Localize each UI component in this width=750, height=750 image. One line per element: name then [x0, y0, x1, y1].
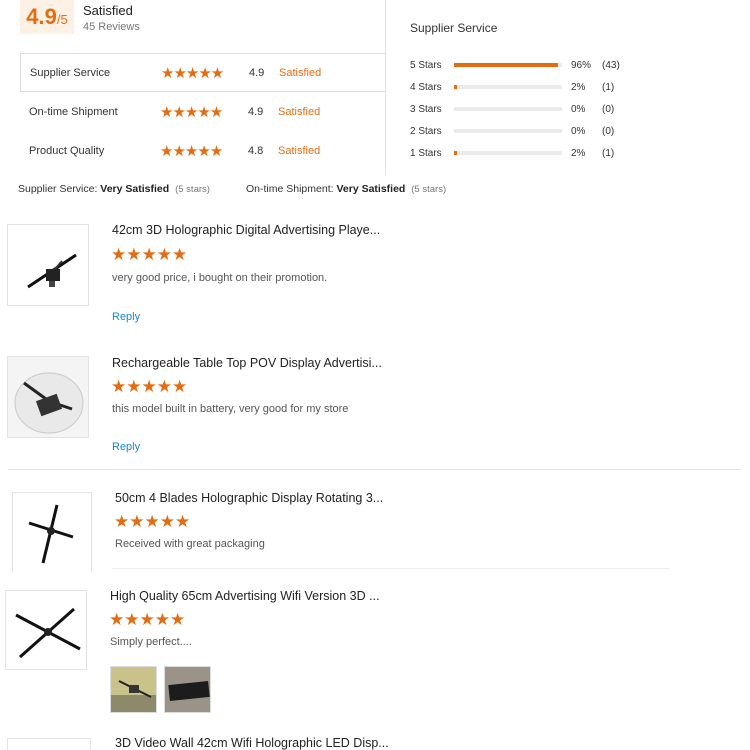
histogram-bar-track — [454, 107, 562, 111]
summary-supplier-service: Supplier Service: Very Satisfied (5 star… — [18, 183, 210, 195]
review-product-title[interactable]: High Quality 65cm Advertising Wifi Versi… — [110, 589, 380, 603]
review-star-rating-icon: ★★★★★ — [114, 512, 191, 531]
metric-label: Supplier Service — [30, 66, 111, 79]
product-thumbnail[interactable] — [12, 492, 92, 572]
review-photo-image — [165, 667, 210, 712]
review-product-title[interactable]: 3D Video Wall 42cm Wifi Holographic LED … — [115, 736, 389, 750]
histogram-row-count: (1) — [602, 147, 615, 159]
overall-score-max: /5 — [56, 12, 68, 27]
review-comment: Simply perfect.... — [110, 636, 192, 648]
histogram-row-percent: 2% — [571, 81, 586, 93]
histogram-bar-track — [454, 85, 562, 89]
histogram-row-count: (1) — [602, 81, 615, 93]
histogram-row: 5 Stars 96% (43) — [410, 55, 740, 75]
reply-link[interactable]: Reply — [112, 441, 140, 453]
histogram-row-label: 1 Stars — [410, 147, 442, 159]
histogram-row: 1 Stars 2% (1) — [410, 143, 740, 163]
metric-status: Satisfied — [279, 66, 322, 79]
review-photo[interactable] — [110, 666, 157, 713]
histogram-bar-track — [454, 63, 562, 67]
metric-status: Satisfied — [278, 144, 321, 157]
histogram-row-label: 2 Stars — [410, 125, 442, 137]
histogram-row-percent: 0% — [571, 103, 586, 115]
row-divider — [112, 568, 670, 569]
histogram-bar-fill — [454, 63, 558, 67]
review-comment: Received with great packaging — [115, 538, 265, 550]
metric-label: Product Quality — [29, 144, 105, 157]
histogram-row: 3 Stars 0% (0) — [410, 99, 740, 119]
review-comment: this model built in battery, very good f… — [112, 403, 349, 415]
table-pov-display-image — [14, 372, 84, 434]
metric-label: On-time Shipment — [29, 105, 118, 118]
large-fan-image — [15, 607, 81, 659]
review-photo-image — [111, 667, 156, 712]
reply-link[interactable]: Reply — [112, 311, 140, 323]
hologram-fan-image — [27, 253, 77, 289]
summary-on-time-shipment: On-time Shipment: Very Satisfied (5 star… — [246, 183, 446, 195]
metric-status: Satisfied — [278, 105, 321, 118]
histogram-bar-track — [454, 129, 562, 133]
star-rating-icon: ★★★★★ — [160, 103, 223, 121]
review-star-rating-icon: ★★★★★ — [111, 377, 188, 396]
summary-note: (5 stars) — [175, 184, 210, 195]
metric-score: 4.9 — [249, 66, 265, 79]
histogram-title: Supplier Service — [410, 21, 498, 35]
reviews-count: 45 Reviews — [83, 21, 140, 33]
four-blade-fan-image — [28, 504, 74, 564]
metric-row-on-time-shipment[interactable]: On-time Shipment ★★★★★ 4.9 Satisfied — [20, 92, 385, 131]
histogram-row-percent: 0% — [571, 125, 586, 137]
vertical-divider — [385, 0, 386, 175]
review-product-title[interactable]: 42cm 3D Holographic Digital Advertising … — [112, 223, 380, 237]
overall-status: Satisfied — [83, 3, 133, 18]
histogram-row-label: 4 Stars — [410, 81, 442, 93]
histogram-row-percent: 2% — [571, 147, 586, 159]
histogram-row-count: (0) — [602, 103, 615, 115]
summary-value: Very Satisfied — [100, 183, 170, 195]
metric-score: 4.8 — [248, 144, 264, 157]
product-thumbnail[interactable] — [7, 356, 89, 438]
histogram-row-count: (0) — [602, 125, 615, 137]
metric-row-product-quality[interactable]: Product Quality ★★★★★ 4.8 Satisfied — [20, 131, 385, 170]
summary-label: Supplier Service: — [18, 183, 98, 195]
summary-label: On-time Shipment: — [246, 183, 334, 195]
star-rating-icon: ★★★★★ — [160, 142, 223, 160]
summary-note: (5 stars) — [411, 184, 447, 195]
star-rating-icon: ★★★★★ — [161, 64, 224, 82]
histogram-bar-track — [454, 151, 562, 155]
product-thumbnail[interactable] — [5, 590, 87, 670]
overall-score: 4.9 — [26, 4, 57, 29]
review-photo[interactable] — [164, 666, 211, 713]
review-product-title[interactable]: 50cm 4 Blades Holographic Display Rotati… — [115, 491, 383, 505]
metric-score: 4.9 — [248, 105, 264, 118]
histogram-row: 2 Stars 0% (0) — [410, 121, 740, 141]
overall-score-badge: 4.9 /5 — [20, 0, 74, 34]
histogram-row-label: 5 Stars — [410, 59, 442, 71]
histogram-row: 4 Stars 2% (1) — [410, 77, 740, 97]
histogram-row-count: (43) — [602, 59, 620, 71]
histogram-row-label: 3 Stars — [410, 103, 442, 115]
product-thumbnail[interactable] — [7, 738, 91, 750]
review-comment: very good price, i bought on their promo… — [112, 272, 328, 284]
review-star-rating-icon: ★★★★★ — [111, 245, 188, 264]
section-divider — [8, 469, 741, 470]
histogram-bar-fill — [454, 151, 457, 155]
review-star-rating-icon: ★★★★★ — [109, 610, 186, 629]
review-product-title[interactable]: Rechargeable Table Top POV Display Adver… — [112, 356, 382, 370]
metric-row-supplier-service[interactable]: Supplier Service ★★★★★ 4.9 Satisfied — [20, 53, 385, 92]
histogram-row-percent: 96% — [571, 59, 592, 71]
summary-value: Very Satisfied — [336, 183, 406, 195]
histogram-bar-fill — [454, 85, 457, 89]
product-thumbnail[interactable] — [7, 224, 89, 306]
